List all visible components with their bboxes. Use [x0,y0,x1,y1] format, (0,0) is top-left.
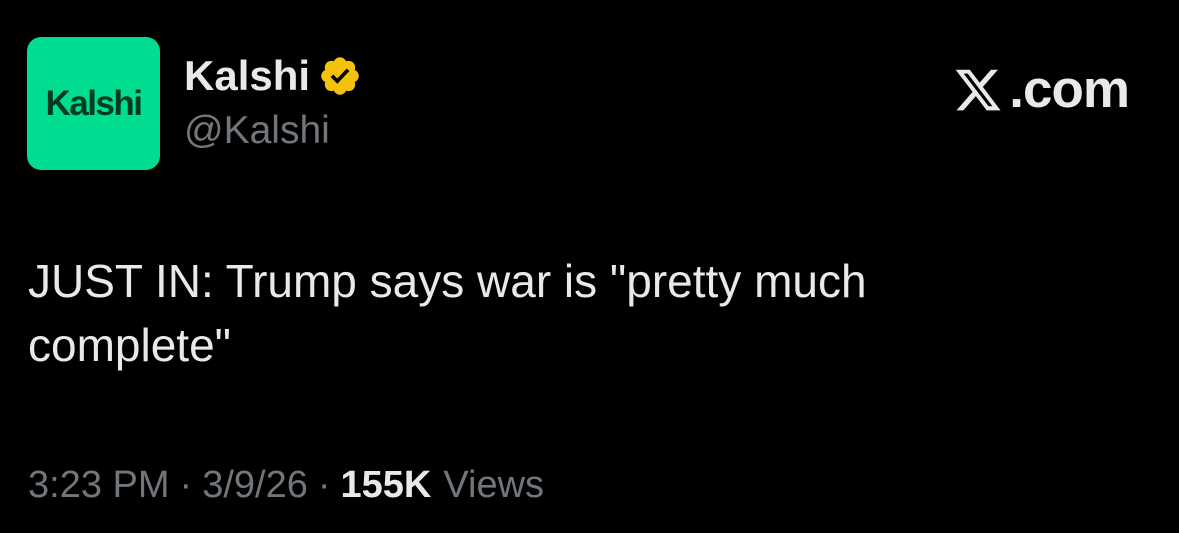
display-name-row[interactable]: Kalshi [184,52,362,100]
brand-domain: .com [1009,60,1130,119]
account-handle[interactable]: @Kalshi [184,108,330,154]
meta-separator: · [179,464,193,506]
verified-badge-icon [321,57,359,95]
tweet-date-link[interactable]: 3/9/26 [202,460,308,510]
tweet-time-link[interactable]: 3:23 PM [28,460,170,510]
x-logo-icon [955,69,1001,111]
avatar-text: Kalshi [45,83,143,123]
brand-x-com: .com [953,60,1130,119]
meta-separator: · [317,464,331,506]
display-name[interactable]: Kalshi [184,52,310,100]
avatar[interactable]: Kalshi [27,37,160,170]
views-label: Views [443,464,545,506]
tweet-meta: 3:23 PM · 3/9/26 · 155K Views [28,460,544,510]
views-count[interactable]: 155K [341,460,432,510]
tweet-text: JUST IN: Trump says war is "pretty much … [28,255,867,371]
